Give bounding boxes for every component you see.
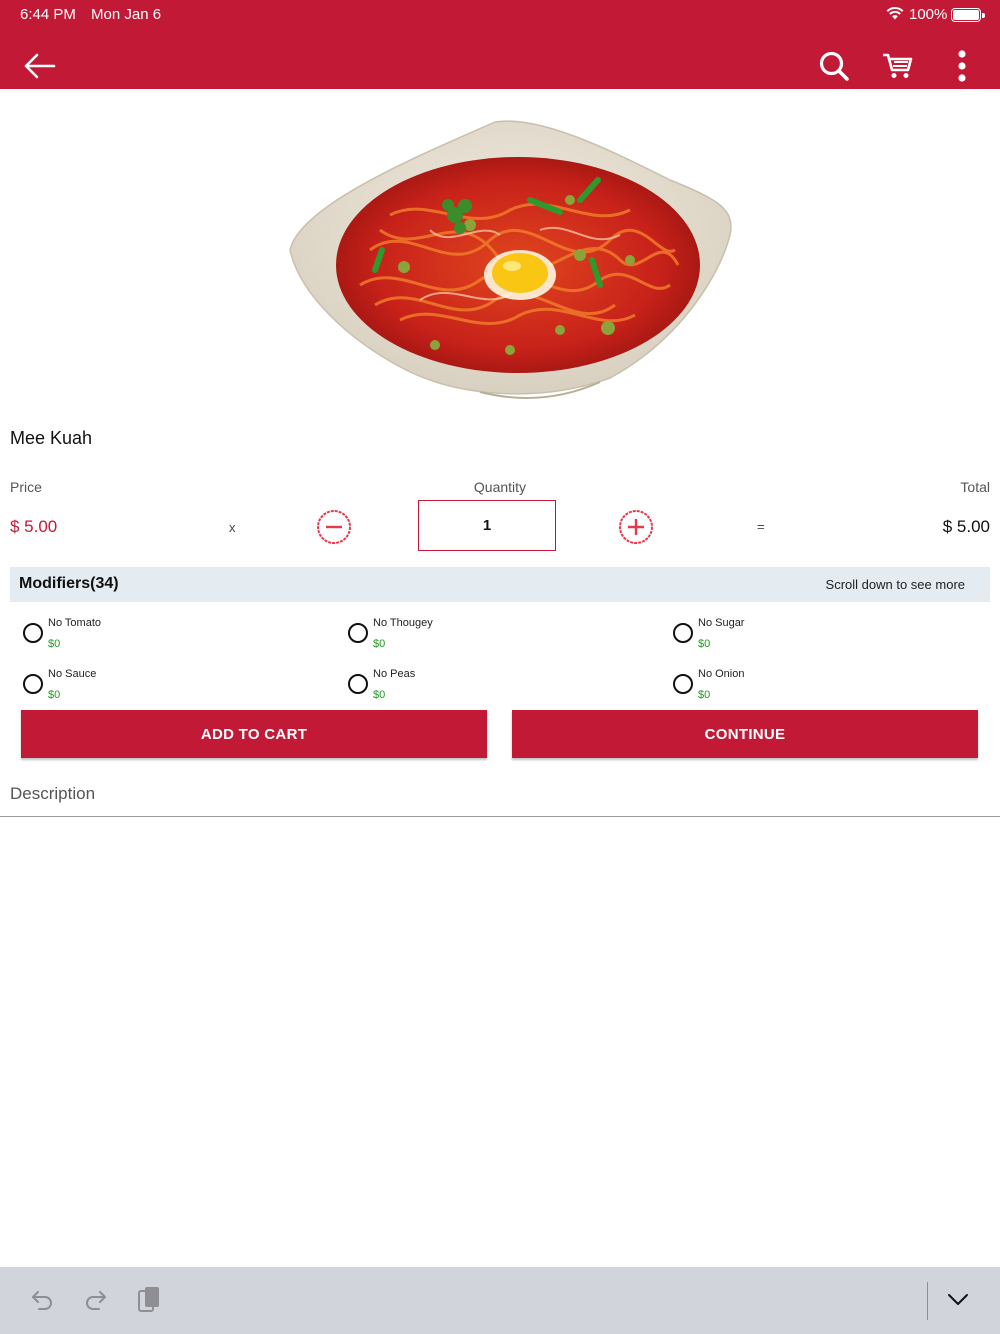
continue-button[interactable]: CONTINUE (512, 710, 978, 758)
search-icon (819, 51, 849, 81)
modifier-name: No Tomato (48, 617, 101, 629)
modifier-price: $0 (698, 638, 711, 650)
modifiers-scroll-hint: Scroll down to see more (825, 577, 965, 592)
total-value: $ 5.00 (942, 517, 990, 536)
dismiss-keyboard-button[interactable] (940, 1281, 976, 1317)
radio-button[interactable] (348, 623, 368, 643)
dismiss-keyboard-icon (948, 1294, 968, 1305)
modifier-price: $0 (373, 638, 386, 650)
description-label: Description (10, 784, 96, 803)
modifier-option[interactable]: No Thougey $0 (346, 617, 646, 663)
modifier-price: $0 (48, 689, 61, 701)
product-image (289, 120, 732, 399)
app-header: 6:44 PM Mon Jan 6 100% (0, 0, 1000, 89)
multiply-sign: x (229, 520, 236, 535)
battery-icon (951, 8, 985, 22)
modifier-price: $0 (698, 689, 711, 701)
modifier-name: No Onion (698, 668, 745, 680)
status-bar: 6:44 PM Mon Jan 6 100% (0, 0, 1000, 28)
quantity-input[interactable]: 1 (418, 500, 556, 551)
redo-button[interactable] (78, 1281, 114, 1317)
modifier-name: No Sugar (698, 617, 745, 629)
modifier-name: No Sauce (48, 668, 97, 680)
undo-icon (32, 1291, 52, 1310)
back-button[interactable] (18, 44, 62, 88)
more-options-button[interactable] (940, 44, 984, 88)
modifiers-header: Modifiers(34) Scroll down to see more (10, 567, 990, 602)
radio-button[interactable] (23, 674, 43, 694)
minus-circle-icon (317, 510, 351, 544)
add-to-cart-button[interactable]: ADD TO CART (21, 710, 487, 758)
toolbar-separator (927, 1282, 928, 1320)
product-title: Mee Kuah (10, 428, 93, 448)
radio-button[interactable] (673, 623, 693, 643)
increase-quantity-button[interactable] (618, 509, 654, 545)
modifier-name: No Peas (373, 668, 416, 680)
modifier-price: $0 (48, 638, 61, 650)
status-time: 6:44 PM (20, 6, 76, 23)
modifier-option[interactable]: No Sauce $0 (21, 668, 321, 714)
price-value: $ 5.00 (10, 517, 58, 536)
wifi-icon (886, 7, 904, 24)
radio-button[interactable] (348, 674, 368, 694)
equals-sign: = (757, 519, 765, 534)
paste-icon (138, 1287, 159, 1312)
cart-icon (883, 53, 913, 78)
modifier-option[interactable]: No Tomato $0 (21, 617, 321, 663)
radio-button[interactable] (23, 623, 43, 643)
undo-button[interactable] (24, 1281, 60, 1317)
cart-button[interactable] (876, 44, 920, 88)
modifier-option[interactable]: No Sugar $0 (671, 617, 971, 663)
divider (0, 816, 1000, 817)
plus-circle-icon (619, 510, 653, 544)
decrease-quantity-button[interactable] (316, 509, 352, 545)
status-date: Mon Jan 6 (91, 6, 162, 23)
total-label: Total (960, 479, 990, 495)
modifier-option[interactable]: No Peas $0 (346, 668, 646, 714)
quantity-label: Quantity (473, 479, 527, 495)
keyboard-toolbar (0, 1267, 1000, 1334)
back-arrow-icon (24, 53, 56, 79)
redo-icon (86, 1291, 106, 1310)
more-vertical-icon (958, 50, 966, 82)
modifier-option[interactable]: No Onion $0 (671, 668, 971, 714)
modifier-price: $0 (373, 689, 386, 701)
modifiers-title: Modifiers(34) (19, 575, 119, 592)
battery-percent: 100% (909, 6, 948, 23)
search-button[interactable] (812, 44, 856, 88)
modifier-name: No Thougey (373, 617, 433, 629)
paste-button[interactable] (131, 1281, 167, 1317)
radio-button[interactable] (673, 674, 693, 694)
